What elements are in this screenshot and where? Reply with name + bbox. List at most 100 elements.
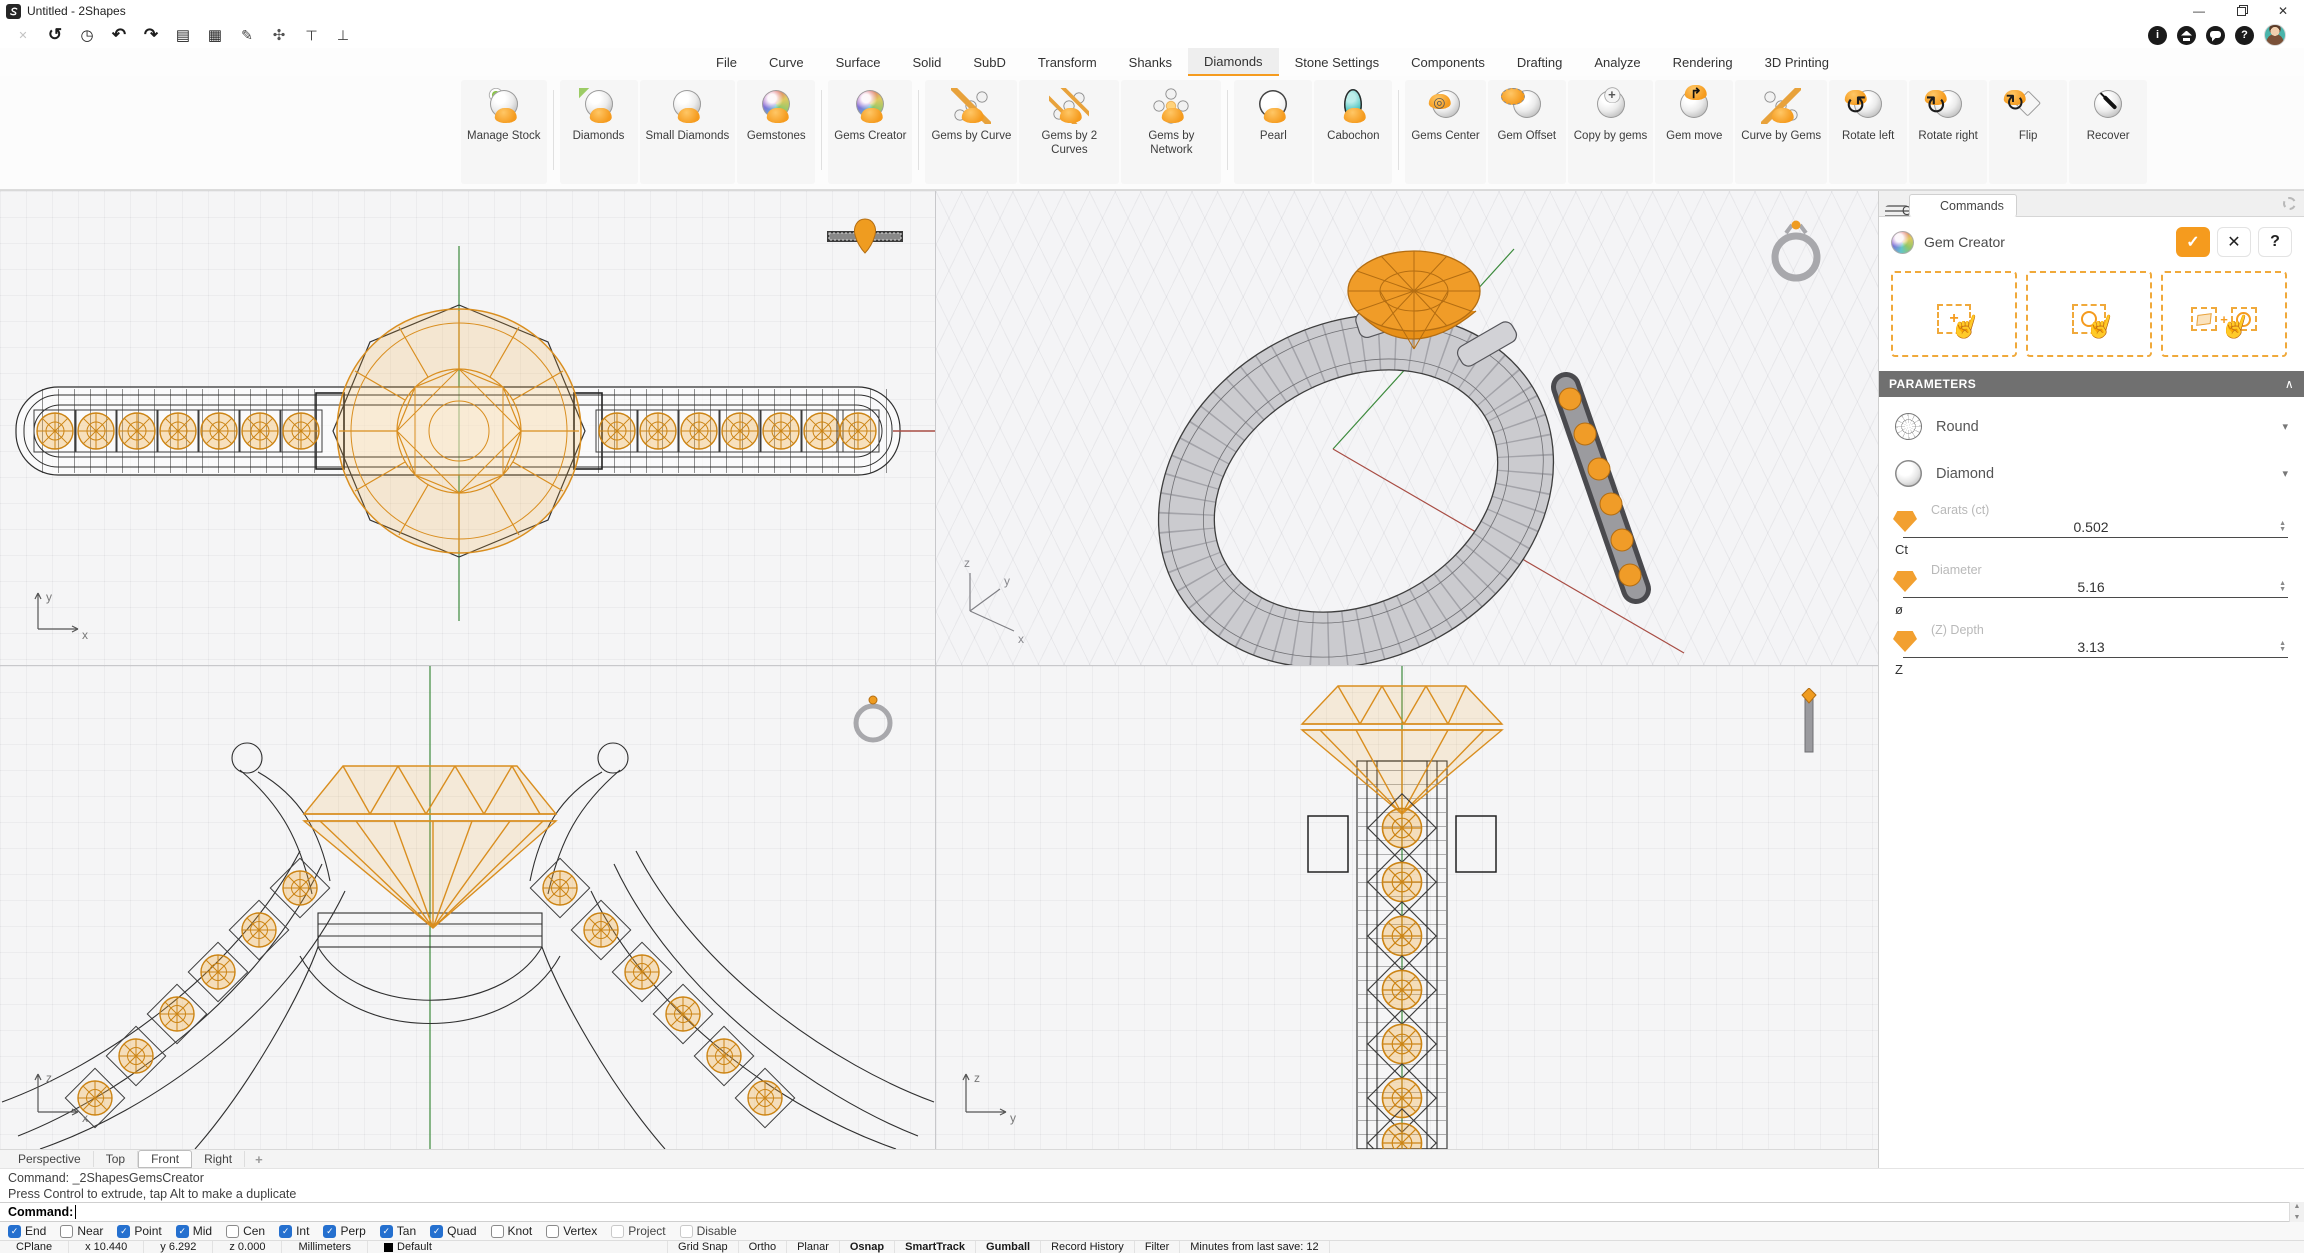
orient-flat-icon[interactable] (330, 24, 356, 46)
viewport-tab[interactable]: Right (192, 1151, 245, 1167)
front-viewport-canvas[interactable]: z x (0, 666, 936, 1149)
recover-button[interactable]: Recover (2069, 80, 2147, 184)
confirm-check-icon[interactable] (2176, 227, 2210, 257)
ribbon-tab[interactable]: File (700, 48, 753, 76)
osnap-toggle[interactable]: Near (60, 1224, 103, 1238)
ribbon-tab[interactable]: Solid (896, 48, 957, 76)
minimize-button[interactable]: — (2178, 0, 2220, 22)
ribbon-tab[interactable]: Stone Settings (1279, 48, 1396, 76)
history-icon[interactable] (42, 24, 68, 46)
gem-shape-dropdown[interactable]: Round (1879, 403, 2304, 450)
small-diamonds-button[interactable]: Small Diamonds (640, 80, 736, 184)
restore-button[interactable] (2220, 0, 2262, 22)
parameter-value-input[interactable] (1903, 519, 2279, 535)
save-icon[interactable] (170, 24, 196, 46)
osnap-toggle[interactable]: Vertex (546, 1224, 597, 1238)
ribbon-tab[interactable]: Drafting (1501, 48, 1579, 76)
top-viewport-canvas[interactable]: y x (0, 191, 936, 666)
info-icon[interactable]: i (2148, 26, 2167, 45)
viewport-tab[interactable]: Top (94, 1151, 138, 1167)
help-icon[interactable]: ? (2235, 26, 2254, 45)
ribbon-tab[interactable]: SubD (957, 48, 1022, 76)
rotate-right-button[interactable]: Rotate right (1909, 80, 1987, 184)
redo-icon[interactable] (138, 24, 164, 46)
gems-by-curve-button[interactable]: Gems by Curve (925, 80, 1017, 184)
status-toggle[interactable]: Osnap (840, 1241, 895, 1253)
parameter-value-input[interactable] (1903, 579, 2279, 595)
components-icon[interactable] (266, 24, 292, 46)
status-toggle[interactable]: Ortho (739, 1241, 788, 1253)
command-scrollbar[interactable]: ▲▼ (2289, 1202, 2304, 1222)
osnap-toggle[interactable]: Tan (380, 1224, 416, 1238)
diamonds-button[interactable]: Diamonds (560, 80, 638, 184)
status-toggle[interactable]: Grid Snap (668, 1241, 739, 1253)
flip-button[interactable]: Flip (1989, 80, 2067, 184)
ribbon-tab[interactable]: Rendering (1657, 48, 1749, 76)
osnap-toggle[interactable]: Point (117, 1224, 161, 1238)
rotate-left-button[interactable]: Rotate left (1829, 80, 1907, 184)
user-avatar[interactable] (2264, 24, 2286, 46)
help-question-icon[interactable] (2258, 227, 2292, 257)
gems-by-2-curves-button[interactable]: Gems by 2 Curves (1019, 80, 1119, 184)
status-toggle[interactable]: SmartTrack (895, 1241, 976, 1253)
osnap-toggle[interactable]: Quad (430, 1224, 476, 1238)
commands-icon[interactable]: Commands (1909, 194, 2017, 217)
gems-by-network-button[interactable]: Gems by Network (1121, 80, 1221, 184)
place-gem-on-surface-button[interactable]: + (2161, 271, 2287, 357)
status-toggle[interactable]: Gumball (976, 1241, 1041, 1253)
incremental-save-icon[interactable] (202, 24, 228, 46)
value-stepper[interactable]: ▲▼ (2279, 521, 2288, 533)
parameters-section-header[interactable]: PARAMETERS (1879, 371, 2304, 397)
copy-by-gems-button[interactable]: Copy by gems (1568, 80, 1654, 184)
orient-left-icon[interactable] (298, 24, 324, 46)
ribbon-tab[interactable]: Analyze (1578, 48, 1656, 76)
status-toggle[interactable]: Record History (1041, 1241, 1135, 1253)
education-icon[interactable] (2177, 26, 2196, 45)
pearl-button[interactable]: Pearl (1234, 80, 1312, 184)
status-toggle[interactable]: Planar (787, 1241, 840, 1253)
status-toggle[interactable]: Minutes from last save: 12 (1180, 1241, 1329, 1253)
outliner-icon[interactable]: Outliner (1885, 205, 1909, 216)
place-gem-button[interactable] (1891, 271, 2017, 357)
osnap-toggle[interactable]: Perp (323, 1224, 365, 1238)
osnap-toggle[interactable]: Mid (176, 1224, 212, 1238)
gems-center-button[interactable]: Gems Center (1405, 80, 1485, 184)
panel-settings-gear-icon[interactable] (2283, 197, 2296, 210)
close-button[interactable]: ✕ (2262, 0, 2304, 22)
cancel-x-icon[interactable] (2217, 227, 2251, 257)
ribbon-tab[interactable]: Shanks (1113, 48, 1188, 76)
osnap-toggle[interactable]: Cen (226, 1224, 265, 1238)
status-cell[interactable]: Default (368, 1241, 668, 1253)
gemstones-button[interactable]: Gemstones (737, 80, 815, 184)
status-cell[interactable]: CPlane (0, 1241, 69, 1253)
collapse-toolbar-icon[interactable] (10, 24, 36, 46)
gem-material-dropdown[interactable]: Diamond (1879, 450, 2304, 497)
perspective-viewport-canvas[interactable]: z y x (936, 191, 1878, 666)
osnap-toggle[interactable]: Project (611, 1224, 665, 1238)
feedback-icon[interactable] (2206, 26, 2225, 45)
viewport-tab[interactable]: Perspective (6, 1151, 94, 1167)
ribbon-tab[interactable]: Surface (820, 48, 897, 76)
manage-stock-button[interactable]: Manage Stock (461, 80, 547, 184)
osnap-toggle[interactable]: End (8, 1224, 46, 1238)
command-input[interactable] (79, 1205, 2296, 1219)
status-cell[interactable]: x 10.440 (69, 1241, 144, 1253)
gem-offset-button[interactable]: Gem Offset (1488, 80, 1566, 184)
ribbon-tab[interactable]: Diamonds (1188, 48, 1279, 76)
cabochon-button[interactable]: Cabochon (1314, 80, 1392, 184)
viewport-move-icon[interactable]: + (255, 1152, 263, 1167)
ribbon-tab[interactable]: Transform (1022, 48, 1113, 76)
ribbon-tab[interactable]: Curve (753, 48, 820, 76)
curve-by-gems-button[interactable]: Curve by Gems (1735, 80, 1827, 184)
parameter-value-input[interactable] (1903, 639, 2279, 655)
status-toggle[interactable]: Filter (1135, 1241, 1180, 1253)
file-properties-icon[interactable] (74, 24, 100, 46)
osnap-toggle[interactable]: Disable (680, 1224, 737, 1238)
status-cell[interactable]: z 0.000 (213, 1241, 282, 1253)
value-stepper[interactable]: ▲▼ (2279, 581, 2288, 593)
right-viewport-canvas[interactable]: z y (936, 666, 1878, 1149)
gems-creator-button[interactable]: Gems Creator (828, 80, 912, 184)
sketch-icon[interactable] (234, 24, 260, 46)
ribbon-tab[interactable]: Components (1395, 48, 1501, 76)
value-stepper[interactable]: ▲▼ (2279, 641, 2288, 653)
